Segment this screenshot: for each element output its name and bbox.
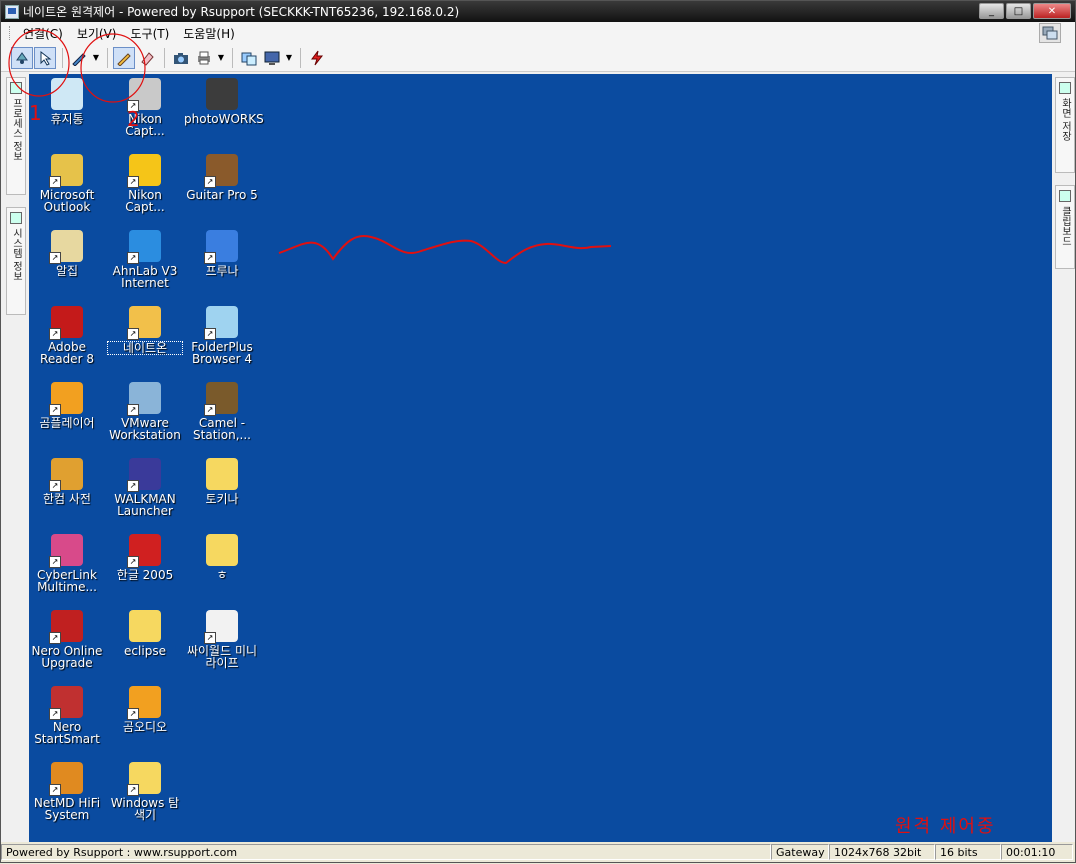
status-gateway: Gateway [771, 844, 829, 860]
annotation-layer [8, 29, 612, 265]
annotation-number-1: 1 [29, 101, 42, 125]
status-bar: Powered by Rsupport : www.rsupport.com G… [1, 842, 1075, 862]
status-elapsed-time: 00:01:10 [1001, 844, 1073, 860]
annotation-circle-2 [80, 33, 146, 103]
status-color-depth: 16 bits [935, 844, 1001, 860]
status-powered-by: Powered by Rsupport : www.rsupport.com [1, 844, 771, 860]
remote-control-window: 네이트온 원격제어 - Powered by Rsupport (SECKKK-… [0, 0, 1076, 863]
annotation-number-2: 2 [127, 107, 140, 131]
remote-status-text: 원격 제어중 [895, 816, 996, 837]
annotation-circle-1 [8, 29, 70, 97]
annotation-scribble [278, 235, 612, 265]
status-resolution: 1024x768 32bit [829, 844, 935, 860]
